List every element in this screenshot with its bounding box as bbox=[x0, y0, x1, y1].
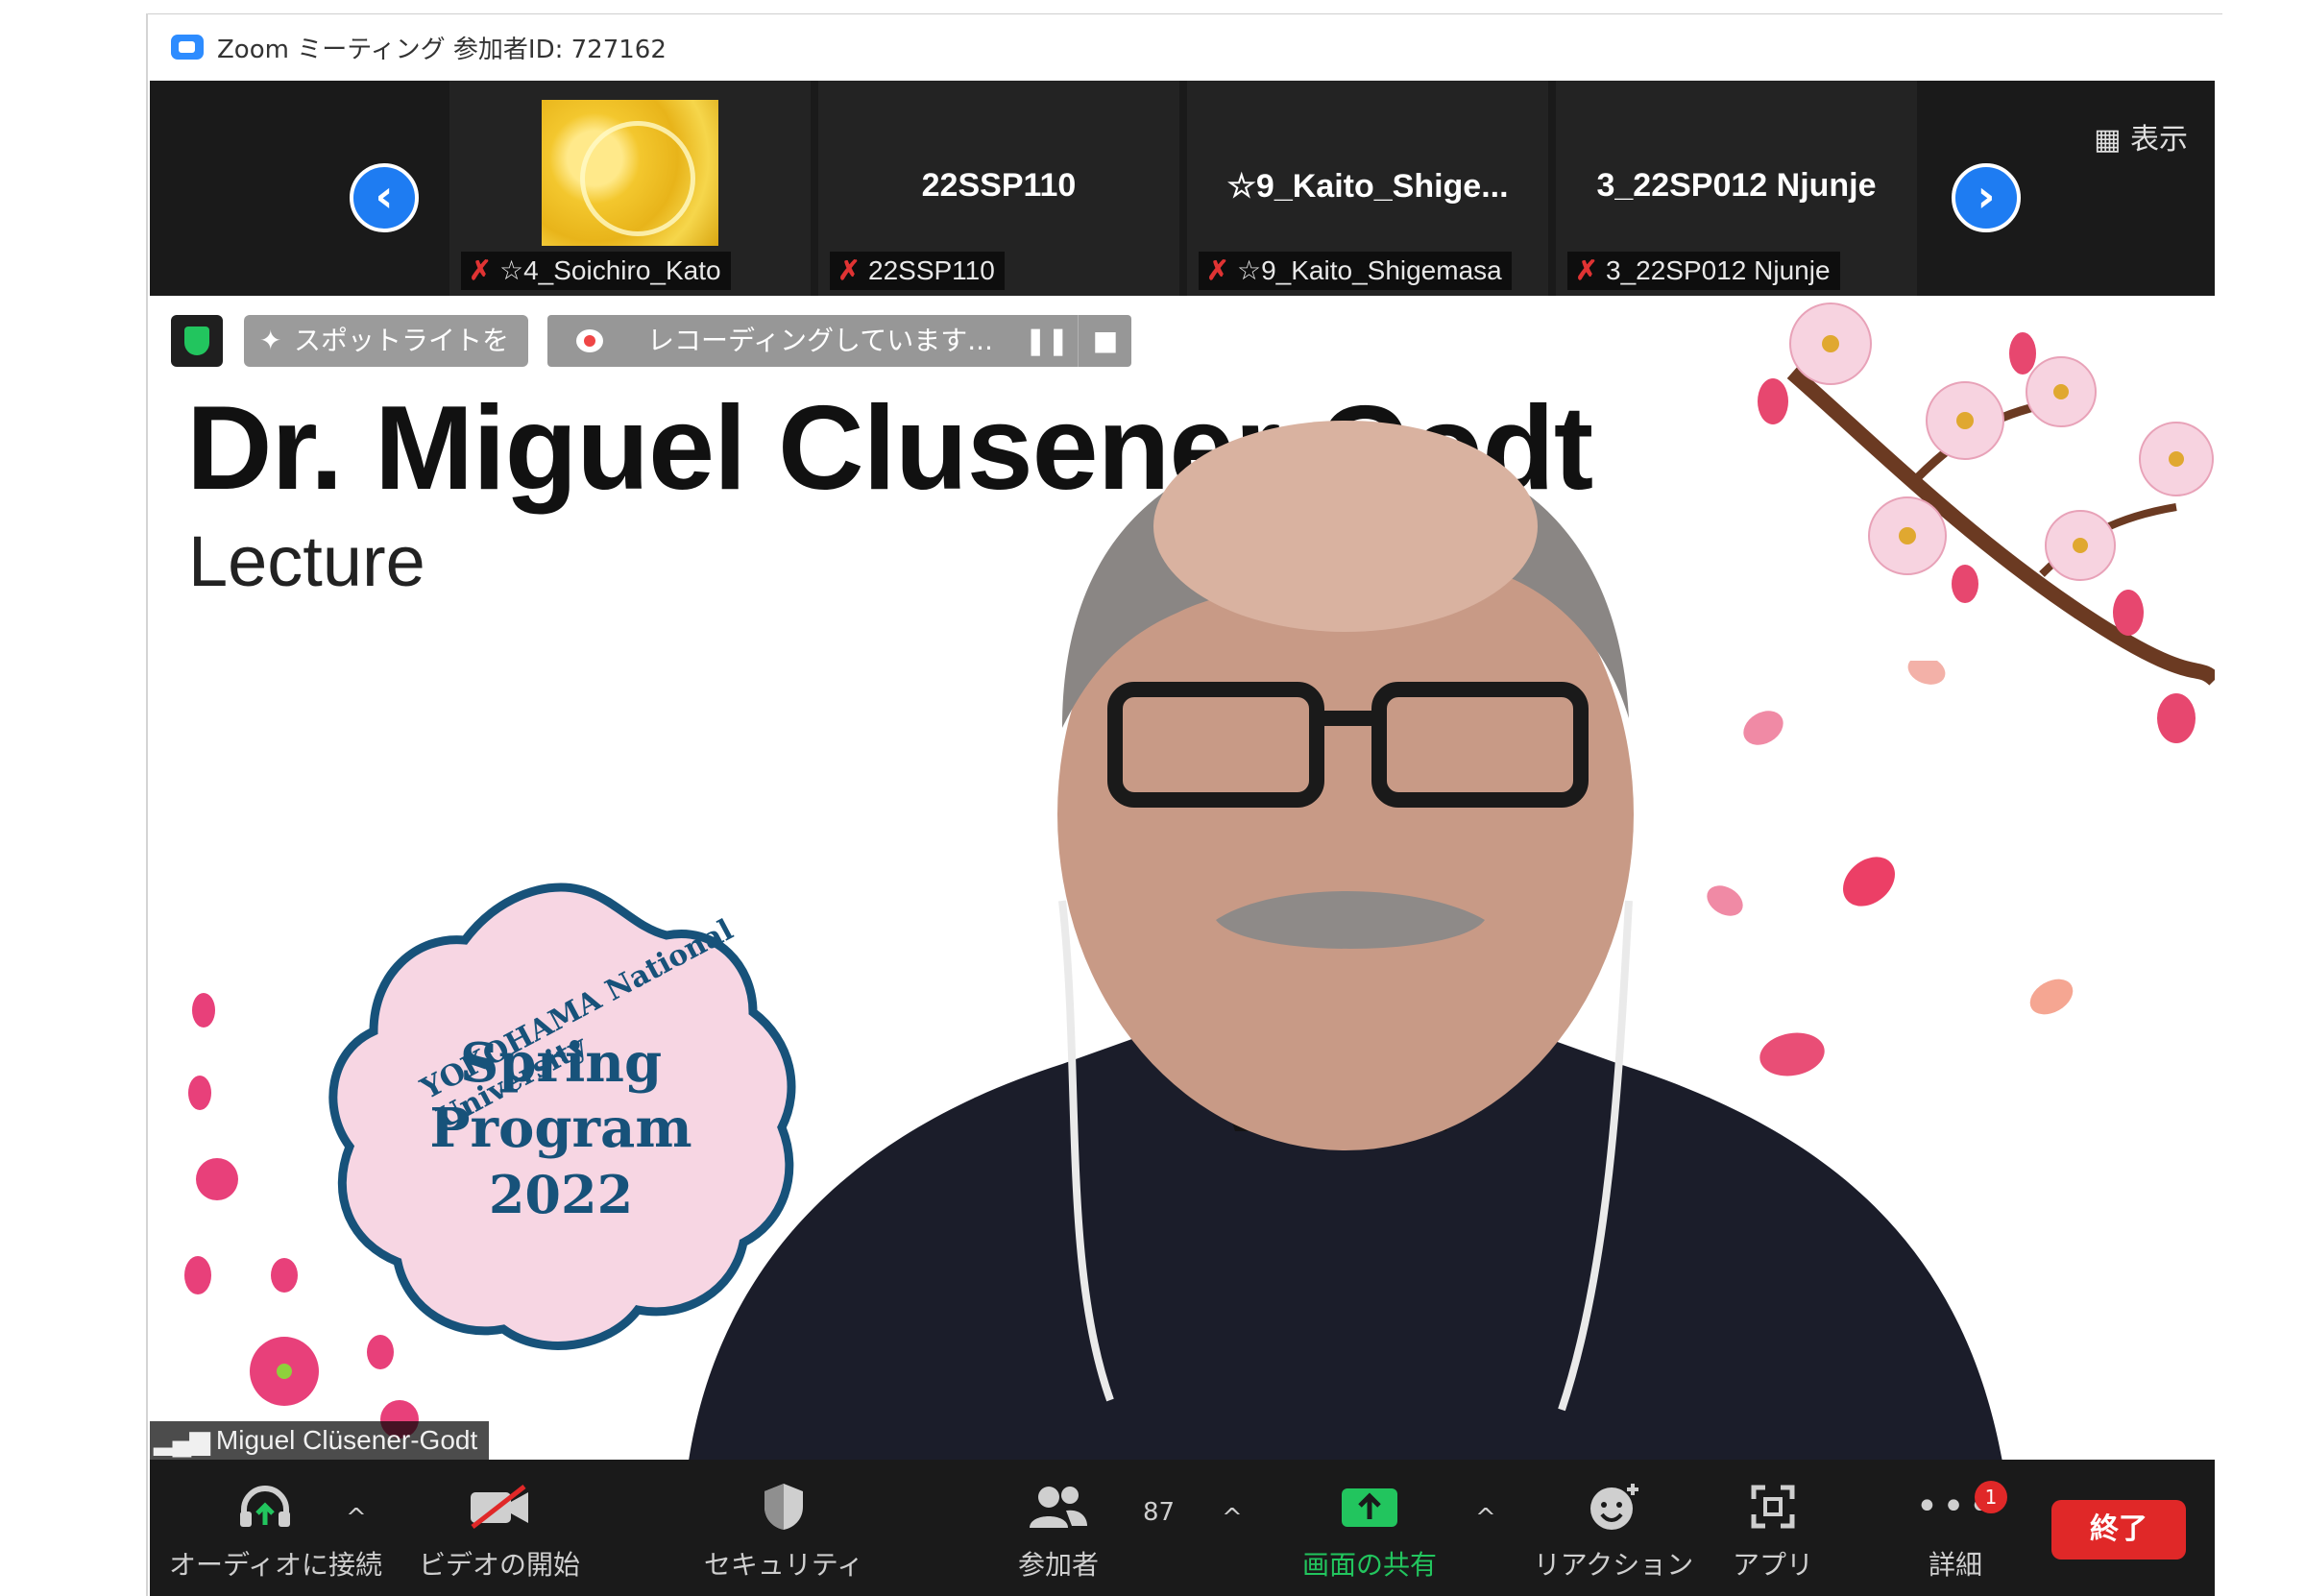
video-off-icon bbox=[403, 1477, 595, 1536]
reactions-button[interactable]: リアクション bbox=[1517, 1477, 1710, 1583]
pause-recording-button[interactable]: ❚❚ bbox=[1020, 315, 1074, 367]
security-shield-icon bbox=[171, 315, 223, 367]
start-video-button[interactable]: ビデオの開始 bbox=[403, 1477, 595, 1583]
participant-name: ✗ 22SSP110 bbox=[830, 252, 1005, 290]
participants-count: 87 bbox=[1143, 1498, 1176, 1527]
speaker-view: ✦ スポットライトを削除 レコーディングしています... ❚❚ ■ Dr. Mi… bbox=[150, 296, 2215, 1460]
view-button[interactable]: ▦ 表示 bbox=[2094, 115, 2188, 157]
more-notification-badge: 1 bbox=[1975, 1481, 2007, 1513]
share-screen-button[interactable]: 画面の共有 bbox=[1264, 1477, 1475, 1583]
participant-tile[interactable]: 22SSP110 ✗ 22SSP110 bbox=[818, 81, 1179, 296]
participant-name: ✗ ☆9_Kaito_Shigemasa bbox=[1199, 252, 1512, 290]
participant-tile[interactable]: ☆9_Kaito_Shige... ✗ ☆9_Kaito_Shigemasa bbox=[1187, 81, 1548, 296]
speaker-video bbox=[689, 421, 2002, 1460]
participant-display-name: 22SSP110 bbox=[921, 167, 1077, 204]
remove-spotlight-button[interactable]: ✦ スポットライトを削除 bbox=[244, 315, 528, 408]
muted-mic-icon: ✗ bbox=[837, 255, 861, 285]
muted-mic-icon: ✗ bbox=[1206, 255, 1229, 285]
participant-tile[interactable]: ✗ ☆4_Soichiro_Kato bbox=[449, 81, 811, 296]
participants-icon bbox=[962, 1477, 1154, 1536]
recording-indicator: レコーディングしています... ❚❚ ■ bbox=[547, 315, 1131, 367]
apps-button[interactable]: アプリ bbox=[1696, 1477, 1850, 1583]
muted-mic-icon: ✗ bbox=[469, 255, 492, 285]
recording-icon bbox=[576, 329, 603, 352]
participant-name: ✗ ☆4_Soichiro_Kato bbox=[461, 252, 731, 290]
shield-icon bbox=[688, 1477, 880, 1536]
spotlight-icon: ✦ bbox=[259, 325, 282, 356]
participants-button[interactable]: 参加者 bbox=[962, 1477, 1154, 1583]
previous-page-button[interactable]: ‹ bbox=[350, 163, 419, 232]
window-title: Zoom ミーティング 参加者ID: 727162 bbox=[217, 35, 667, 64]
meeting-toolbar: オーディオに接続 ^ ビデオの開始 セキュリティ 参加者 87 ^ 画面の共有 … bbox=[150, 1460, 2215, 1596]
participant-profile-image bbox=[542, 100, 718, 246]
signal-strength-icon: ▂▄▆ bbox=[154, 1425, 210, 1455]
participant-tile[interactable]: 3_22SP012 Njunje ✗ 3_22SP012 Njunje bbox=[1556, 81, 1917, 296]
slide-subtitle: Lecture bbox=[188, 521, 425, 601]
end-meeting-button[interactable]: 終了 bbox=[2051, 1500, 2186, 1560]
speaker-name-label: ▂▄▆ Miguel Clüsener-Godt bbox=[150, 1421, 490, 1460]
title-bar: Zoom ミーティング 参加者ID: 727162 bbox=[148, 13, 2222, 80]
security-button[interactable]: セキュリティ bbox=[688, 1477, 880, 1583]
pink-flowers-image bbox=[184, 993, 419, 1439]
participant-name: ✗ 3_22SP012 Njunje bbox=[1567, 252, 1840, 290]
audio-options-caret-icon[interactable]: ^ bbox=[346, 1504, 367, 1533]
participants-options-caret-icon[interactable]: ^ bbox=[1222, 1504, 1243, 1533]
participant-display-name: 3_22SP012 Njunje bbox=[1596, 167, 1877, 204]
grid-icon: ▦ bbox=[2094, 123, 2130, 157]
muted-mic-icon: ✗ bbox=[1575, 255, 1598, 285]
next-page-button[interactable]: › bbox=[1952, 163, 2021, 232]
participant-display-name: ☆9_Kaito_Shige... bbox=[1226, 168, 1509, 205]
reaction-smiley-icon bbox=[1517, 1477, 1710, 1536]
zoom-logo-icon bbox=[171, 35, 204, 60]
apps-icon bbox=[1696, 1477, 1850, 1536]
join-audio-button[interactable]: オーディオに接続 bbox=[169, 1477, 382, 1583]
zoom-window: Zoom ミーティング 参加者ID: 727162 ‹ ✗ ☆4_Soichiro… bbox=[146, 13, 2222, 1596]
stop-recording-button[interactable]: ■ bbox=[1078, 315, 1132, 367]
gallery-strip: ‹ ✗ ☆4_Soichiro_Kato 22SSP110 ✗ 22SSP110 ☆… bbox=[150, 81, 2215, 296]
headphones-icon bbox=[169, 1477, 361, 1536]
share-options-caret-icon[interactable]: ^ bbox=[1475, 1504, 1496, 1533]
share-screen-icon bbox=[1264, 1477, 1475, 1536]
